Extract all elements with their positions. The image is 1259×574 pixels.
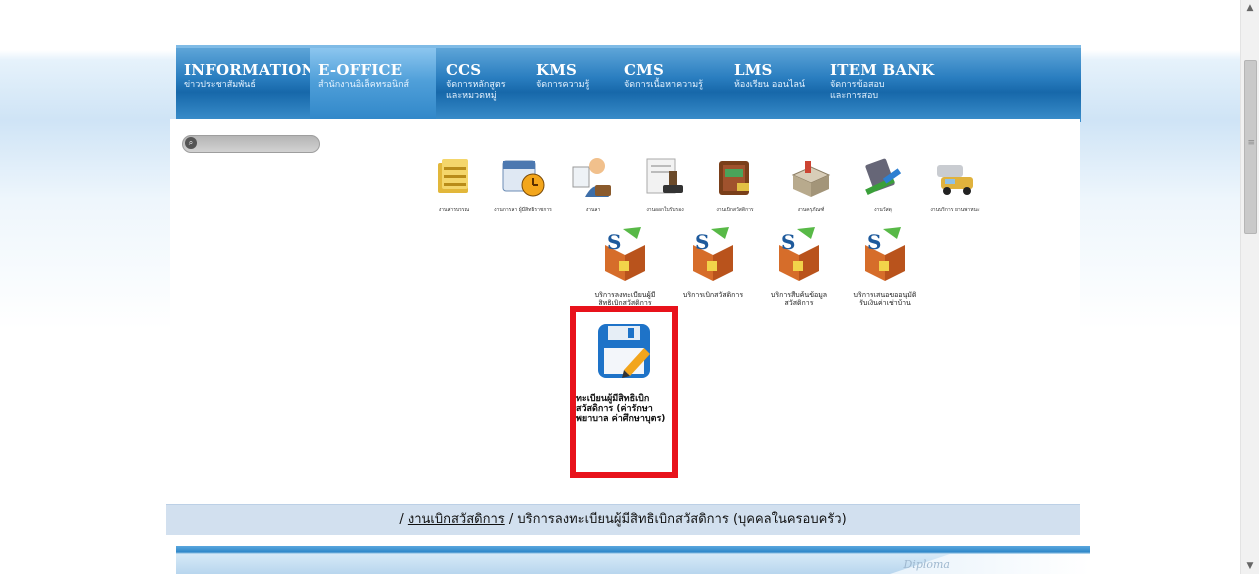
highlighted-tile-eligible-register[interactable]: ทะเบียนผู้มีสิทธิเบิกสวัสดิการ (ค่ารักษา… bbox=[570, 306, 678, 478]
app-label: ทะเบียนผู้มีสิทธิเบิกสวัสดิการ (ค่ารักษา… bbox=[576, 394, 666, 424]
breadcrumb-separator: / bbox=[399, 512, 404, 527]
nav-tab-lms[interactable]: LMS ห้องเรียน ออนไลน์ bbox=[726, 48, 822, 122]
wallet-icon bbox=[711, 153, 759, 201]
search-icon: ⌕ bbox=[185, 137, 197, 149]
vehicle-icon bbox=[931, 153, 979, 201]
app-label: งานออกใบรับรอง bbox=[646, 207, 684, 213]
nav-tab-e-office[interactable]: E-OFFICE สำนักงานอิเล็คทรอนิกส์ bbox=[310, 48, 436, 122]
service-box-icon: S bbox=[599, 225, 651, 283]
nav-tab-subtitle: จัดการข้อสอบ และการสอบ bbox=[830, 80, 885, 101]
folder-files-icon bbox=[430, 153, 478, 201]
breadcrumb-link-welfare[interactable]: งานเบิกสวัสดิการ bbox=[408, 512, 505, 527]
app-label: งานสารบรรณ bbox=[438, 207, 470, 213]
nav-tab-ccs[interactable]: CCS จัดการหลักสูตร และหมวดหมู่ bbox=[438, 48, 528, 122]
stamp-document-icon bbox=[641, 153, 689, 201]
vertical-scrollbar[interactable]: ▲ ▼ bbox=[1240, 0, 1259, 574]
scroll-up-arrow-icon[interactable]: ▲ bbox=[1241, 0, 1259, 16]
nav-tab-subtitle: สำนักงานอิเล็คทรอนิกส์ bbox=[318, 80, 410, 90]
service-tile-welfare-search[interactable]: S บริการสืบค้นข้อมูลสวัสดิการ bbox=[764, 225, 834, 307]
app-tile-leave-record[interactable]: งานการลา ผู้มีสิทธิราชการ bbox=[488, 153, 558, 213]
nav-tab-subtitle: ห้องเรียน ออนไลน์ bbox=[734, 80, 806, 90]
breadcrumb-separator: / bbox=[508, 512, 514, 527]
nav-tab-title: LMS bbox=[734, 61, 773, 79]
footer-text: Diploma bbox=[903, 558, 950, 571]
nav-tab-subtitle: จัดการเนื้อหาความรู้ bbox=[624, 80, 703, 90]
save-edit-icon bbox=[594, 320, 654, 382]
nav-tab-subtitle: ข่าวประชาสัมพันธ์ bbox=[184, 80, 256, 90]
nav-tab-cms[interactable]: CMS จัดการเนื้อหาความรู้ bbox=[616, 48, 726, 122]
service-tile-housing-allowance[interactable]: S บริการเสนอขออนุมัติรับเงินค่าเช่าบ้าน bbox=[850, 225, 920, 307]
nav-tab-title: ITEM BANK bbox=[830, 61, 935, 79]
nav-tab-information[interactable]: INFORMATION ข่าวประชาสัมพันธ์ bbox=[176, 48, 316, 122]
app-label: งานบริการ ยานพาหนะ bbox=[930, 207, 980, 213]
nav-tab-title: CMS bbox=[624, 61, 664, 79]
app-label: บริการสืบค้นข้อมูลสวัสดิการ bbox=[770, 291, 828, 307]
app-label: งานวัสดุ bbox=[874, 207, 892, 213]
person-briefcase-icon bbox=[569, 153, 617, 201]
page-footer: Diploma bbox=[176, 546, 1090, 574]
toolbox-icon bbox=[787, 153, 835, 201]
grip-icon: ≡ bbox=[1247, 138, 1255, 148]
app-tile-equipment[interactable]: งานครุภัณฑ์ bbox=[776, 153, 846, 213]
app-label: งานเบิกสวัสดิการ bbox=[716, 207, 754, 213]
app-label: งานครุภัณฑ์ bbox=[797, 207, 825, 213]
service-box-icon: S bbox=[687, 225, 739, 283]
svg-text:S: S bbox=[867, 230, 881, 254]
nav-tab-item-bank[interactable]: ITEM BANK จัดการข้อสอบ และการสอบ bbox=[822, 48, 952, 122]
app-tile-document[interactable]: งานสารบรรณ bbox=[419, 153, 489, 213]
stationery-icon bbox=[859, 153, 907, 201]
nav-tab-title: KMS bbox=[536, 61, 578, 79]
app-tile-certificate[interactable]: งานออกใบรับรอง bbox=[630, 153, 700, 213]
app-tile-vehicle[interactable]: งานบริการ ยานพาหนะ bbox=[920, 153, 990, 213]
nav-tab-subtitle: จัดการความรู้ bbox=[536, 80, 590, 90]
scroll-down-arrow-icon[interactable]: ▼ bbox=[1241, 558, 1259, 574]
main-nav-bar: INFORMATION ข่าวประชาสัมพันธ์ E-OFFICE ส… bbox=[176, 45, 1081, 122]
service-box-icon: S bbox=[859, 225, 911, 283]
service-box-icon: S bbox=[773, 225, 825, 283]
nav-tab-title: E-OFFICE bbox=[318, 61, 403, 79]
nav-tab-subtitle: จัดการหลักสูตร และหมวดหมู่ bbox=[446, 80, 506, 101]
app-tile-welfare[interactable]: งานเบิกสวัสดิการ bbox=[700, 153, 770, 213]
service-tile-welfare-claim[interactable]: S บริการเบิกสวัสดิการ bbox=[678, 225, 748, 299]
calendar-clock-icon bbox=[499, 153, 547, 201]
app-tile-leave[interactable]: งานลา bbox=[558, 153, 628, 213]
app-label: งานลา bbox=[585, 207, 601, 213]
nav-tab-kms[interactable]: KMS จัดการความรู้ bbox=[528, 48, 616, 122]
nav-tab-title: INFORMATION bbox=[184, 61, 316, 79]
app-tile-supplies[interactable]: งานวัสดุ bbox=[848, 153, 918, 213]
breadcrumb-current: บริการลงทะเบียนผู้มีสิทธิเบิกสวัสดิการ (… bbox=[517, 512, 847, 527]
breadcrumb: / งานเบิกสวัสดิการ / บริการลงทะเบียนผู้ม… bbox=[166, 504, 1080, 535]
svg-text:S: S bbox=[695, 230, 709, 254]
svg-text:S: S bbox=[607, 230, 621, 254]
app-label: บริการเบิกสวัสดิการ bbox=[682, 291, 744, 299]
svg-text:S: S bbox=[781, 230, 795, 254]
service-tile-register-family[interactable]: S บริการลงทะเบียนผู้มีสิทธิเบิกสวัสดิการ… bbox=[590, 225, 660, 315]
app-label: บริการเสนอขออนุมัติรับเงินค่าเช่าบ้าน bbox=[853, 291, 917, 307]
app-label: งานการลา ผู้มีสิทธิราชการ bbox=[494, 207, 552, 213]
search-box[interactable]: ⌕ bbox=[182, 135, 320, 153]
nav-tab-title: CCS bbox=[446, 61, 482, 79]
